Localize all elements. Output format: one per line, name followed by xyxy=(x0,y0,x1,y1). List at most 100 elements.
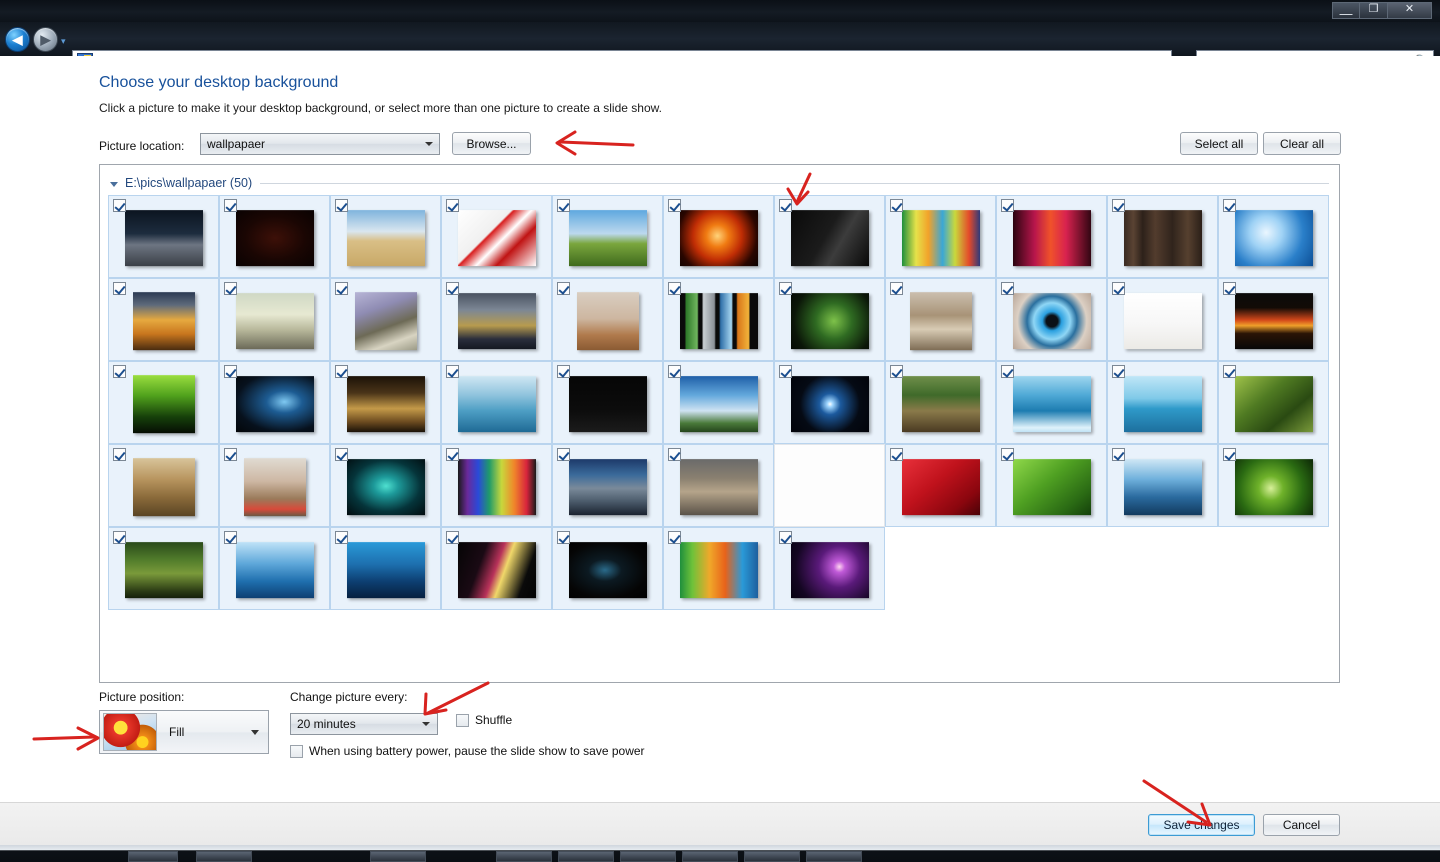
thumbnail-image[interactable] xyxy=(124,541,203,598)
thumbnail-image[interactable] xyxy=(568,541,647,598)
thumbnail-checkbox[interactable] xyxy=(335,199,348,212)
thumbnail-image[interactable] xyxy=(235,375,314,432)
thumbnail-image[interactable] xyxy=(909,291,972,350)
thumbnail-cell[interactable] xyxy=(219,278,330,361)
thumbnail-cell[interactable] xyxy=(108,195,219,278)
thumbnail-image[interactable] xyxy=(679,458,758,515)
battery-power-option[interactable]: When using battery power, pause the slid… xyxy=(290,744,645,758)
thumbnail-checkbox[interactable] xyxy=(113,365,126,378)
thumbnail-cell[interactable] xyxy=(774,278,885,361)
thumbnail-checkbox[interactable] xyxy=(779,531,792,544)
taskbar-item[interactable] xyxy=(744,851,800,862)
forward-button[interactable]: ▶ xyxy=(33,27,58,52)
thumbnail-cell[interactable] xyxy=(996,361,1107,444)
thumbnail-checkbox[interactable] xyxy=(1223,365,1236,378)
thumbnail-image[interactable] xyxy=(346,541,425,598)
thumbnail-checkbox[interactable] xyxy=(113,531,126,544)
thumbnail-checkbox[interactable] xyxy=(557,282,570,295)
thumbnail-image[interactable] xyxy=(346,209,425,266)
thumbnail-checkbox[interactable] xyxy=(557,531,570,544)
thumbnail-checkbox[interactable] xyxy=(1223,448,1236,461)
thumbnail-checkbox[interactable] xyxy=(668,199,681,212)
thumbnail-cell[interactable] xyxy=(885,278,996,361)
thumbnail-image[interactable] xyxy=(235,209,314,266)
back-button[interactable]: ◀ xyxy=(5,27,30,52)
thumbnail-cell[interactable] xyxy=(441,444,552,527)
thumbnail-checkbox[interactable] xyxy=(113,448,126,461)
thumbnail-cell[interactable] xyxy=(1107,361,1218,444)
thumbnail-cell[interactable] xyxy=(885,361,996,444)
thumbnail-cell[interactable] xyxy=(330,278,441,361)
thumbnail-image[interactable] xyxy=(1234,375,1313,432)
thumbnail-checkbox[interactable] xyxy=(1001,365,1014,378)
thumbnail-checkbox[interactable] xyxy=(1112,199,1125,212)
thumbnail-checkbox[interactable] xyxy=(446,531,459,544)
thumbnail-checkbox[interactable] xyxy=(668,365,681,378)
thumbnail-cell[interactable] xyxy=(441,527,552,610)
taskbar-item[interactable] xyxy=(558,851,614,862)
thumbnail-cell[interactable] xyxy=(552,278,663,361)
thumbnail-checkbox[interactable] xyxy=(335,448,348,461)
thumbnail-checkbox[interactable] xyxy=(668,531,681,544)
thumbnail-checkbox[interactable] xyxy=(446,365,459,378)
thumbnail-checkbox[interactable] xyxy=(335,365,348,378)
thumbnail-checkbox[interactable] xyxy=(1001,282,1014,295)
taskbar-item[interactable] xyxy=(806,851,862,862)
thumbnail-image[interactable] xyxy=(1123,458,1202,515)
thumbnail-cell[interactable] xyxy=(330,361,441,444)
thumbnail-checkbox[interactable] xyxy=(1001,448,1014,461)
thumbnail-checkbox[interactable] xyxy=(1223,199,1236,212)
select-all-button[interactable]: Select all xyxy=(1180,132,1258,155)
thumbnail-checkbox[interactable] xyxy=(446,448,459,461)
close-button[interactable]: ✕ xyxy=(1388,2,1432,19)
thumbnail-image[interactable] xyxy=(790,541,869,598)
thumbnail-cell[interactable] xyxy=(219,361,330,444)
taskbar[interactable] xyxy=(0,845,1440,862)
taskbar-item[interactable] xyxy=(682,851,738,862)
taskbar-item[interactable] xyxy=(620,851,676,862)
thumbnail-cell[interactable] xyxy=(1107,195,1218,278)
thumbnail-image[interactable] xyxy=(457,292,536,349)
recent-pages-icon[interactable]: ▾ xyxy=(61,37,66,46)
thumbnail-checkbox[interactable] xyxy=(335,282,348,295)
thumbnail-cell[interactable] xyxy=(330,444,441,527)
thumbnail-cell[interactable] xyxy=(441,361,552,444)
thumbnail-cell[interactable] xyxy=(108,278,219,361)
thumbnail-checkbox[interactable] xyxy=(1001,199,1014,212)
thumbnail-image[interactable] xyxy=(346,375,425,432)
thumbnail-cell[interactable] xyxy=(663,361,774,444)
picture-location-dropdown[interactable]: wallpapaer xyxy=(200,133,440,155)
taskbar-item[interactable] xyxy=(496,851,552,862)
thumbnail-image[interactable] xyxy=(132,457,195,516)
taskbar-item[interactable] xyxy=(128,851,178,862)
thumbnail-cell[interactable] xyxy=(219,444,330,527)
thumbnail-cell[interactable] xyxy=(552,444,663,527)
thumbnail-cell[interactable] xyxy=(774,361,885,444)
thumbnail-image[interactable] xyxy=(124,209,203,266)
thumbnail-cell[interactable] xyxy=(1218,444,1329,527)
thumbnail-checkbox[interactable] xyxy=(557,448,570,461)
thumbnail-cell[interactable] xyxy=(108,527,219,610)
thumbnail-image[interactable] xyxy=(1123,375,1202,432)
thumbnail-cell[interactable] xyxy=(1218,278,1329,361)
shuffle-option[interactable]: Shuffle xyxy=(456,713,512,727)
thumbnail-cell[interactable] xyxy=(663,527,774,610)
taskbar-item[interactable] xyxy=(196,851,252,862)
thumbnail-checkbox[interactable] xyxy=(779,282,792,295)
thumbnail-cell[interactable] xyxy=(219,195,330,278)
thumbnail-image[interactable] xyxy=(1012,292,1091,349)
thumbnail-checkbox[interactable] xyxy=(1112,282,1125,295)
thumbnail-cell[interactable] xyxy=(774,195,885,278)
thumbnail-checkbox[interactable] xyxy=(446,199,459,212)
battery-power-checkbox[interactable] xyxy=(290,744,303,758)
thumbnail-checkbox[interactable] xyxy=(224,365,237,378)
thumbnail-cell[interactable] xyxy=(108,444,219,527)
thumbnail-checkbox[interactable] xyxy=(890,199,903,212)
browse-button[interactable]: Browse... xyxy=(452,132,531,155)
thumbnail-image[interactable] xyxy=(354,291,417,350)
picture-position-dropdown[interactable]: Fill xyxy=(99,710,269,754)
thumbnail-image[interactable] xyxy=(901,458,980,515)
thumbnail-checkbox[interactable] xyxy=(890,365,903,378)
thumbnail-cell[interactable] xyxy=(441,278,552,361)
thumbnail-image[interactable] xyxy=(790,375,869,432)
